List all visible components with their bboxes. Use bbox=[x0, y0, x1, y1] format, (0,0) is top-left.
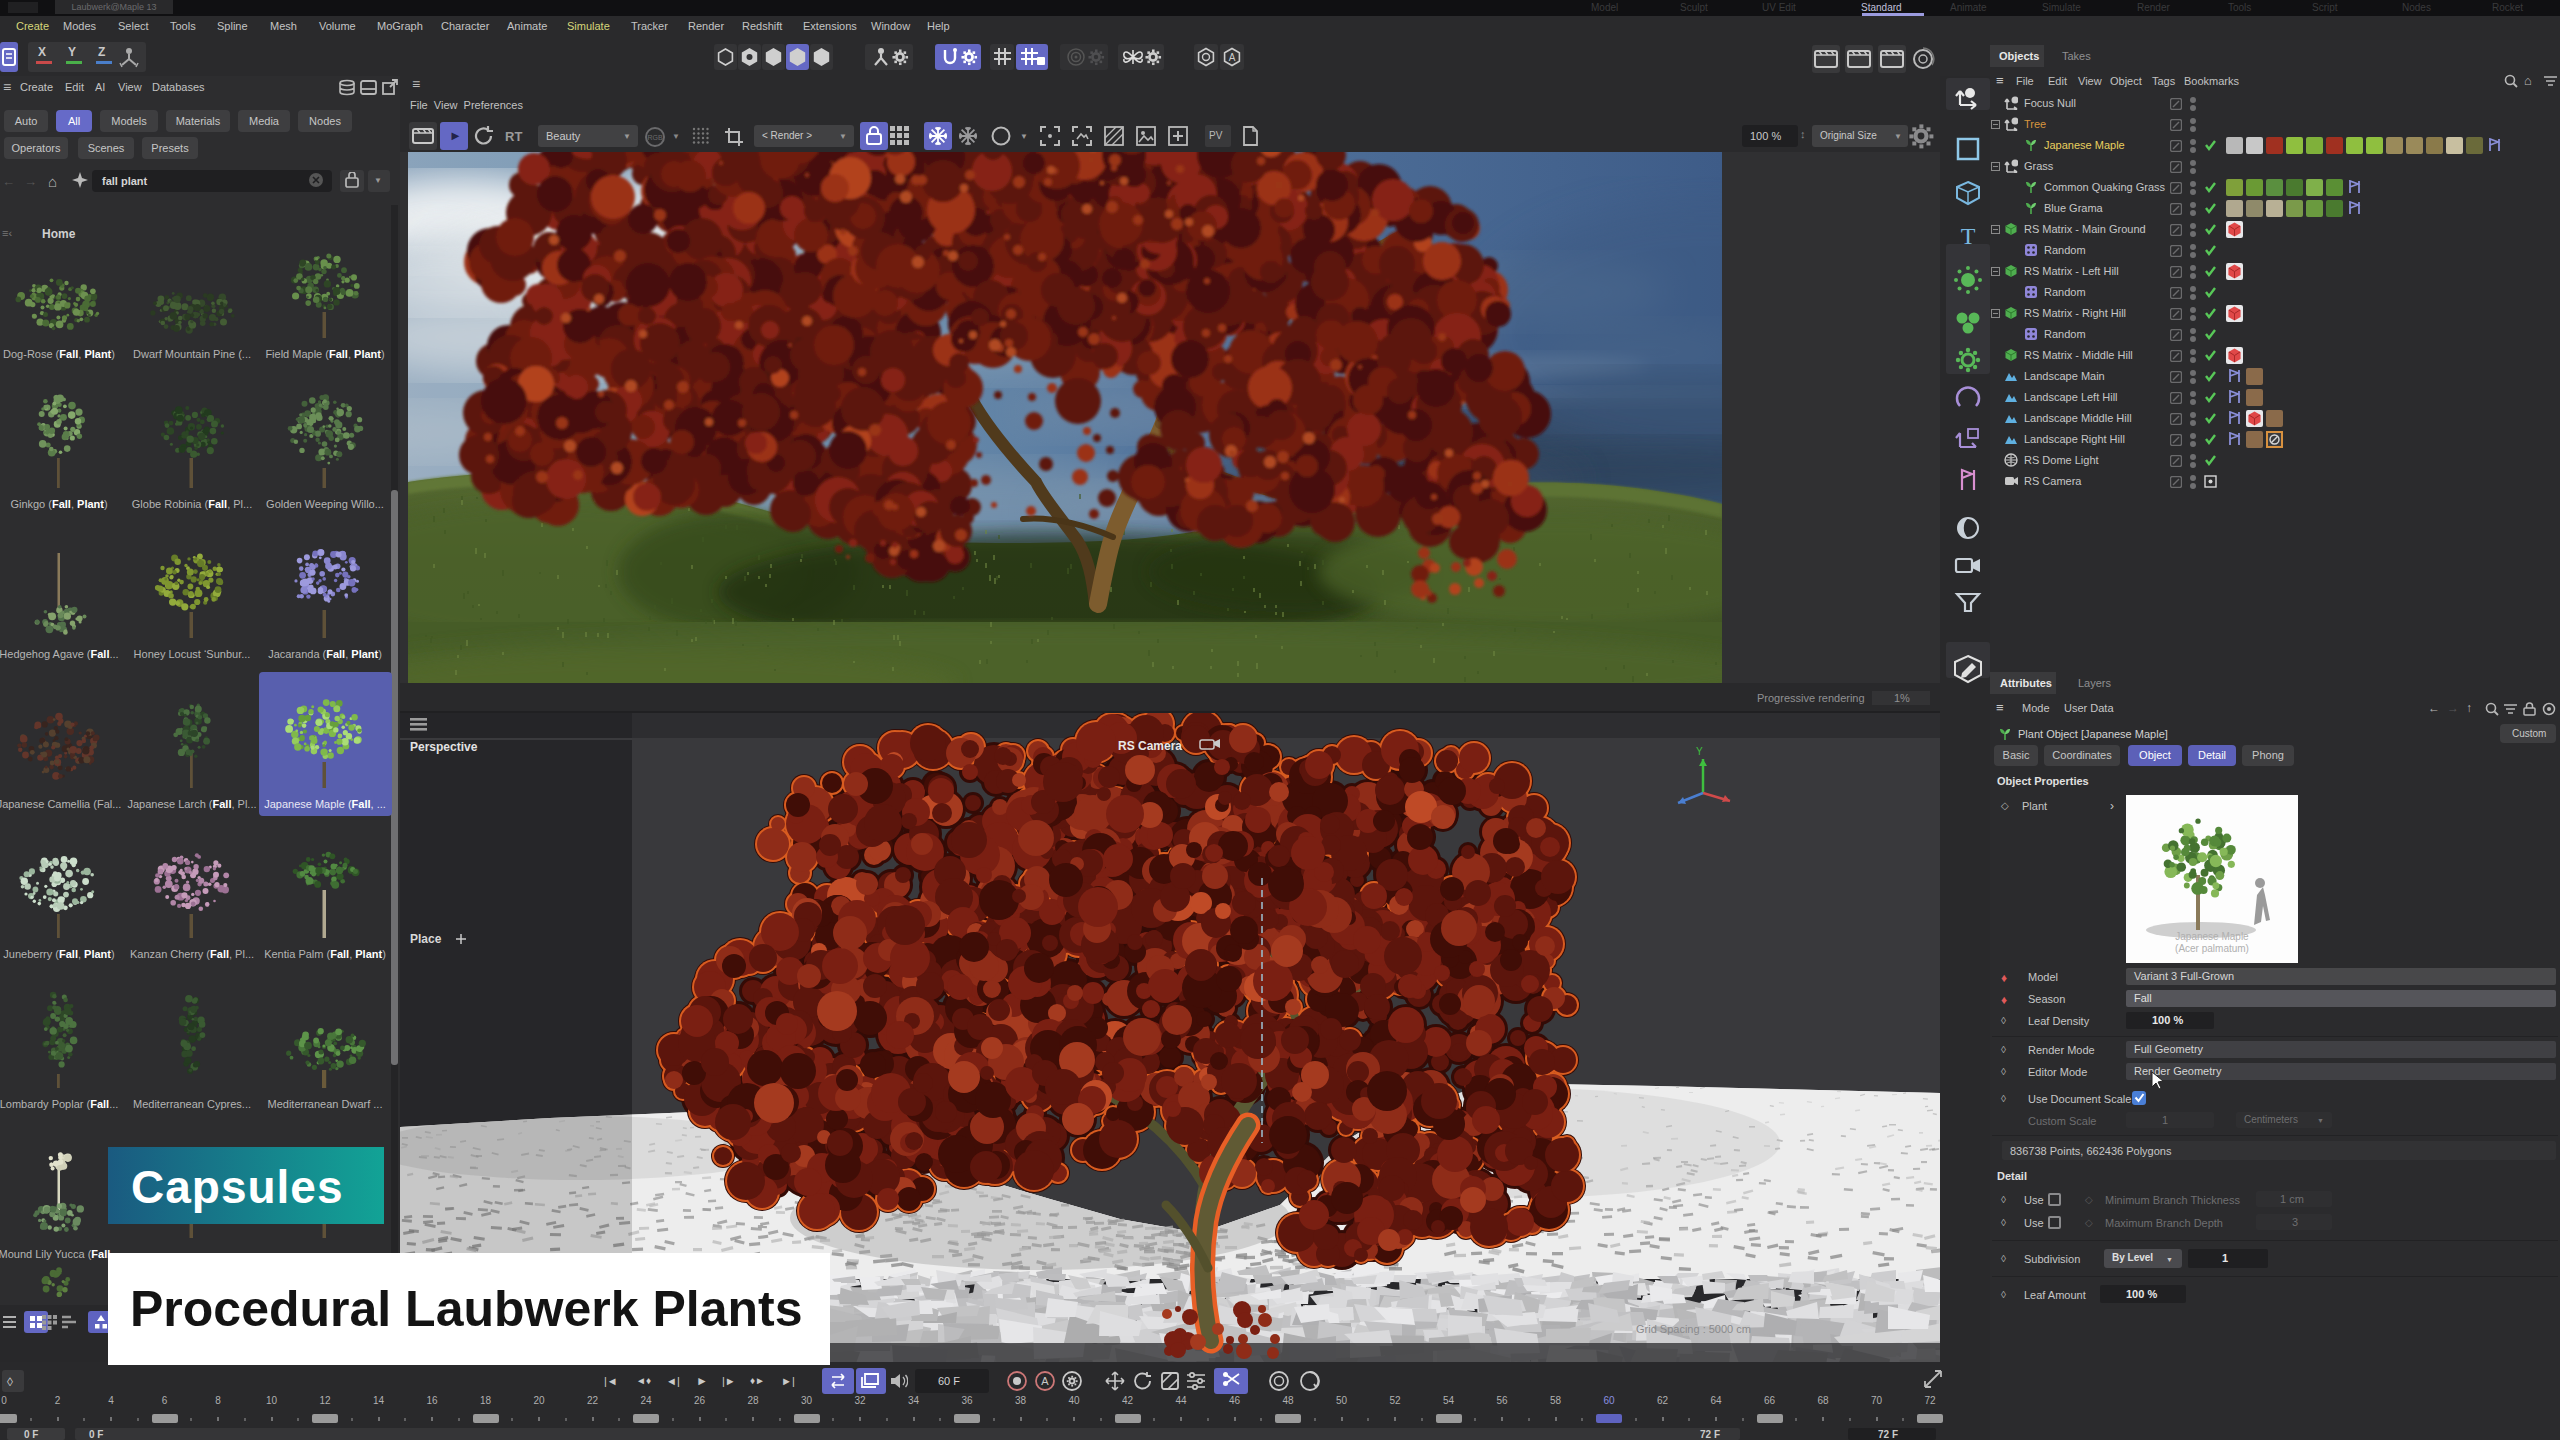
svg-text:Place: Place bbox=[410, 932, 442, 946]
svg-text:Japanese Maple: Japanese Maple bbox=[2175, 931, 2249, 942]
svg-text:RGB: RGB bbox=[647, 134, 663, 141]
svg-text:Perspective: Perspective bbox=[410, 740, 478, 754]
svg-text:Grid Spacing : 5000 cm: Grid Spacing : 5000 cm bbox=[1636, 1323, 1751, 1335]
svg-text:T: T bbox=[1961, 223, 1976, 249]
svg-text:A: A bbox=[1041, 1375, 1049, 1387]
svg-text:Y: Y bbox=[1696, 746, 1703, 757]
svg-text:(Acer palmatum): (Acer palmatum) bbox=[2175, 943, 2249, 954]
svg-text:A: A bbox=[1229, 52, 1236, 63]
svg-text:RS Camera: RS Camera bbox=[1118, 739, 1182, 753]
